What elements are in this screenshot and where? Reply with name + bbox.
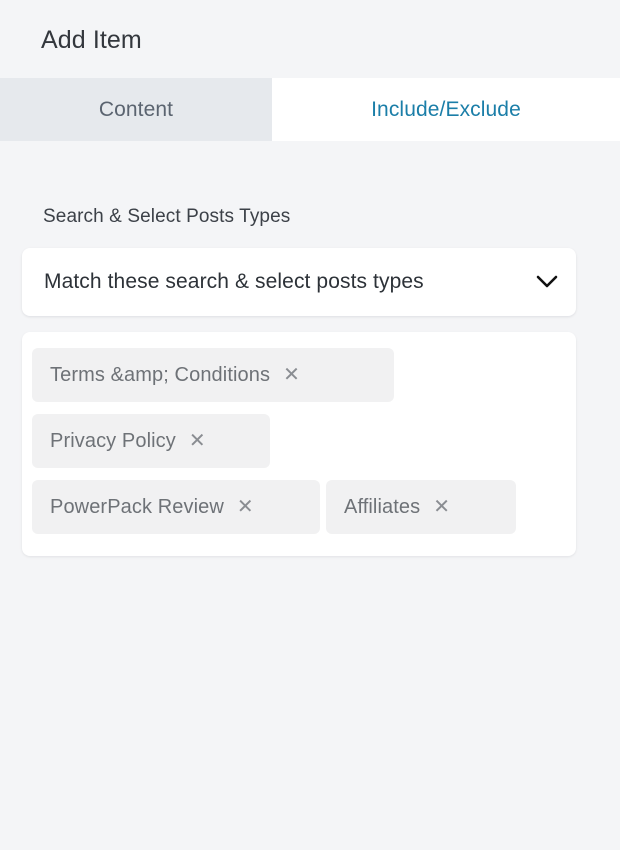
tab-include-exclude-label: Include/Exclude xyxy=(371,97,521,121)
selected-tag: Privacy Policy ✕ xyxy=(32,414,270,468)
selected-tag-label: Privacy Policy xyxy=(50,429,176,452)
selected-tag-label: Terms &amp; Conditions xyxy=(50,363,271,386)
tab-include-exclude[interactable]: Include/Exclude xyxy=(272,78,620,141)
posts-types-select-value: Match these search & select posts types xyxy=(44,270,424,293)
tab-content[interactable]: Content xyxy=(0,78,272,141)
selected-tag-label: Affiliates xyxy=(344,495,421,518)
selected-tag: PowerPack Review ✕ xyxy=(32,480,320,534)
add-item-panel: Add Item Content Include/Exclude Search … xyxy=(0,0,620,850)
posts-types-select[interactable]: Match these search & select posts types xyxy=(22,248,576,316)
panel-body: Search & Select Posts Types Match these … xyxy=(0,141,620,850)
tab-content-label: Content xyxy=(98,97,174,121)
search-select-posts-types-label: Search & Select Posts Types xyxy=(43,206,291,227)
close-icon[interactable]: ✕ xyxy=(189,431,206,451)
close-icon[interactable]: ✕ xyxy=(237,497,254,517)
selected-tag-list: Terms &amp; Conditions ✕ Privacy Policy ✕ Po… xyxy=(32,342,566,540)
page-title: Add Item xyxy=(41,26,142,54)
chevron-down-icon xyxy=(536,248,558,316)
close-icon[interactable]: ✕ xyxy=(433,497,450,517)
panel-header: Add Item xyxy=(0,0,620,78)
selected-posts-types-panel: Terms &amp; Conditions ✕ Privacy Policy ✕ Po… xyxy=(22,332,576,556)
selected-tag: Terms &amp; Conditions ✕ xyxy=(32,348,394,402)
close-icon[interactable]: ✕ xyxy=(283,365,300,385)
selected-tag-label: PowerPack Review xyxy=(50,495,224,518)
tab-bar: Content Include/Exclude xyxy=(0,78,620,141)
selected-tag: Affiliates ✕ xyxy=(326,480,516,534)
